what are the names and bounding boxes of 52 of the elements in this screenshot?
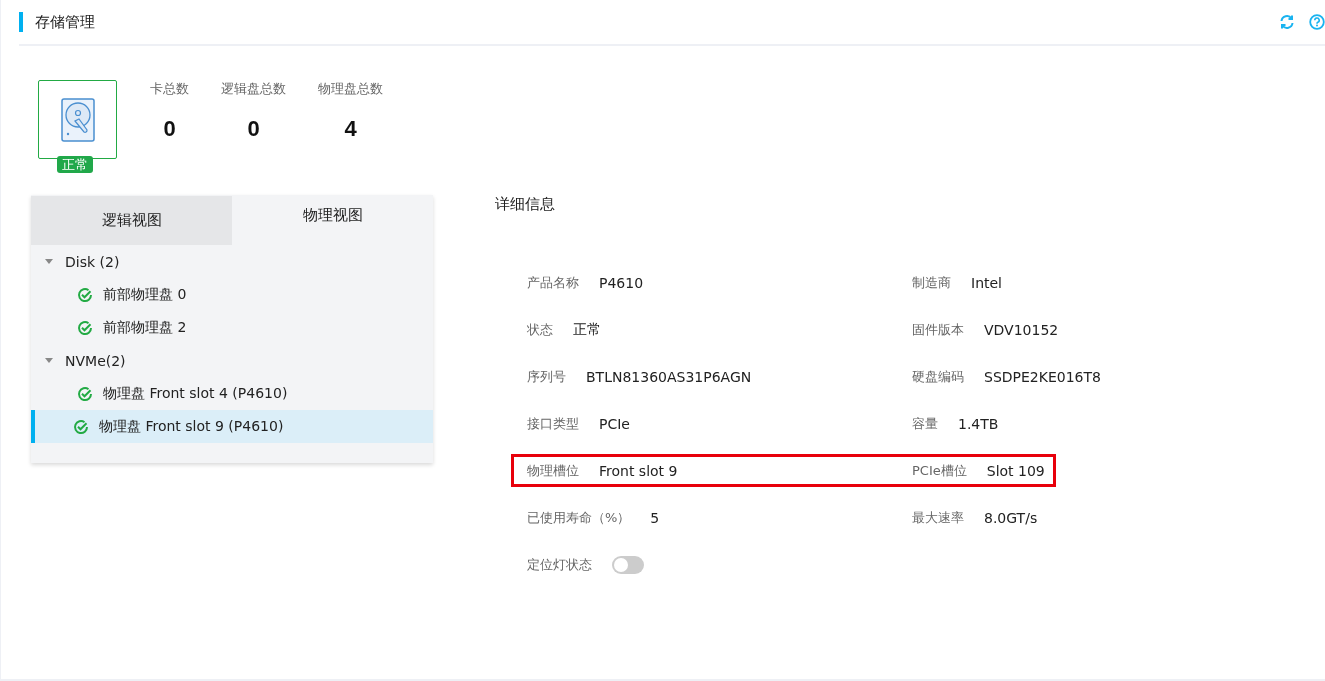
field-value: SSDPE2KE016T8 [984,368,1101,385]
field-label: 固件版本 [912,320,964,339]
field-label: 容量 [912,414,938,433]
stat-value: 0 [163,116,176,142]
expanded-arrow-icon[interactable] [45,259,53,264]
section-title: 详细信息 [495,195,556,214]
field-label: 接口类型 [527,414,579,433]
field-value: BTLN81360AS31P6AGN [586,368,752,385]
field-label: 已使用寿命（%） [527,508,631,527]
title-accent-bar [19,12,23,32]
tree-item[interactable]: 物理盘 Front slot 9 (P4610) [31,410,433,443]
field-value: P4610 [599,274,644,291]
stat-label: 物理盘总数 [318,80,383,98]
field-value: 5 [650,509,660,526]
help-icon[interactable] [1309,14,1325,30]
locator-light-toggle[interactable] [612,555,644,574]
status-badge: 正常 [57,156,93,173]
tree-item[interactable]: 前部物理盘 0 [31,278,433,311]
field-label: 状态 [527,320,553,339]
field-value: 8.0GT/s [984,509,1038,526]
field-label: 最大速率 [912,508,964,527]
page-title: 存储管理 [35,12,95,32]
field-value: 1.4TB [958,415,999,432]
check-circle-icon [78,287,92,302]
expanded-arrow-icon[interactable] [45,358,53,363]
tree-item[interactable]: 物理盘 Front slot 4 (P4610) [31,377,433,410]
check-circle-icon [74,419,88,434]
view-tab[interactable]: 逻辑视图 [31,196,232,245]
stat-label: 逻辑盘总数 [221,80,286,98]
field-label: 物理槽位 [527,461,579,480]
check-circle-icon [78,386,92,401]
field-value: VDV10152 [984,321,1059,338]
field-label: 定位灯状态 [527,555,592,574]
field-label: PCIe槽位 [912,461,967,480]
stat-label: 卡总数 [150,80,189,98]
tree-group-label[interactable]: NVMe(2) [65,352,126,369]
tree-item[interactable]: 前部物理盘 2 [31,311,433,344]
field-label: 序列号 [527,367,566,386]
field-value: Slot 109 [986,462,1045,479]
field-label: 硬盘编码 [912,367,964,386]
refresh-icon[interactable] [1280,14,1294,30]
field-value: Front slot 9 [599,462,678,479]
stat-value: 4 [344,116,357,142]
tree-group-label[interactable]: Disk (2) [65,253,120,270]
check-circle-icon [78,320,92,335]
field-value: PCIe [599,415,630,432]
view-tab[interactable]: 物理视图 [232,195,433,245]
stat-value: 0 [247,116,260,142]
field-value: Intel [971,274,1002,291]
field-label: 制造商 [912,273,951,292]
field-value: 正常 [573,320,601,339]
field-label: 产品名称 [527,273,579,292]
